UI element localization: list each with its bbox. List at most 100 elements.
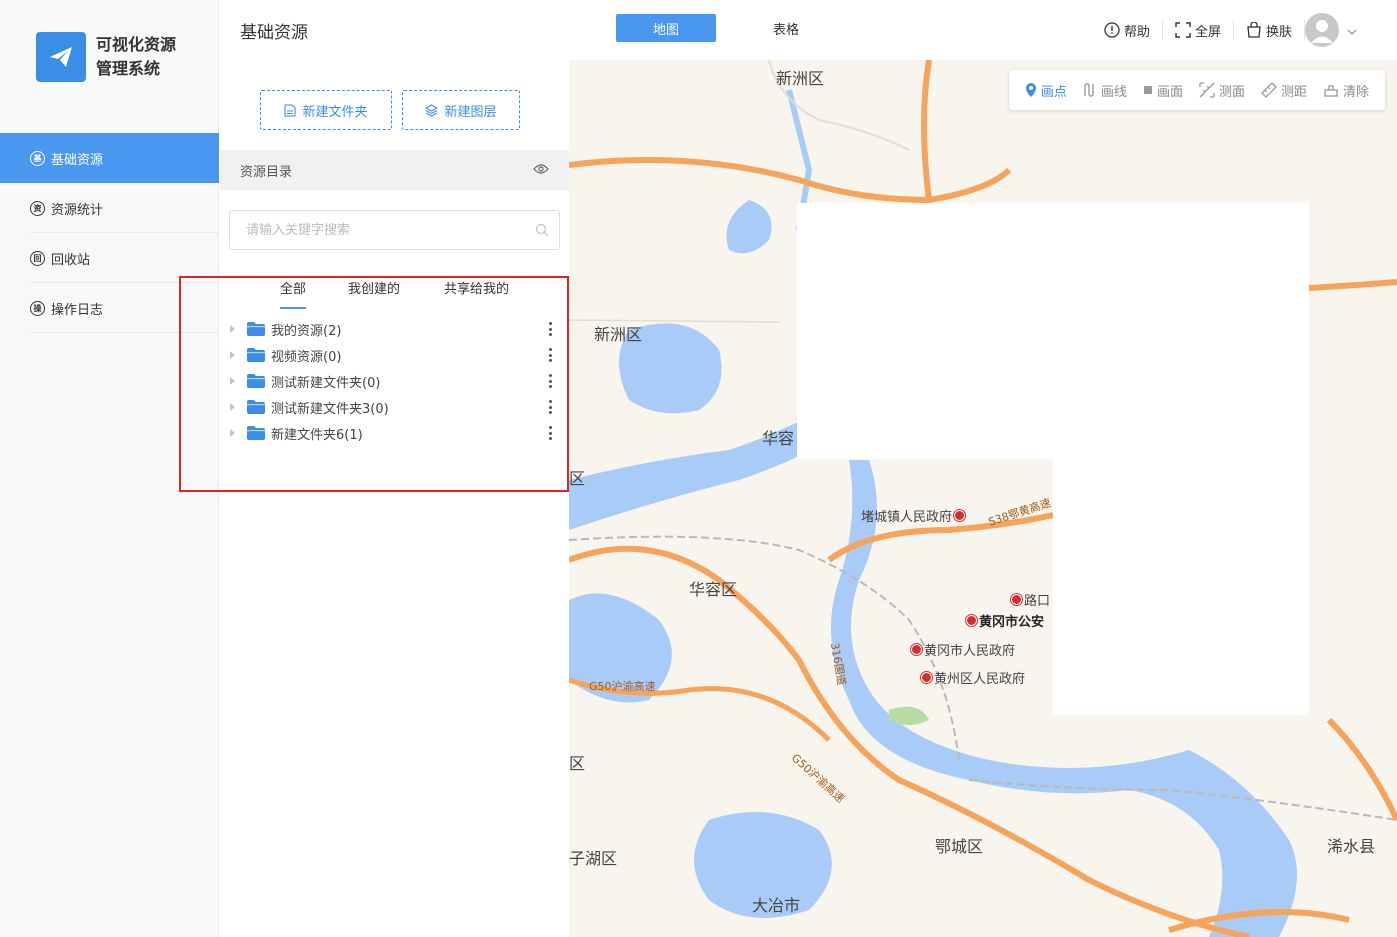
caret-right-icon[interactable] — [230, 429, 235, 437]
tree-node-test-folder-3[interactable]: 测试新建文件夹3(0) — [220, 394, 569, 420]
map-label: 大冶市 — [752, 896, 801, 915]
tree-node-test-folder[interactable]: 测试新建文件夹(0) — [220, 368, 569, 394]
page-title: 基础资源 — [240, 23, 308, 43]
tab-map[interactable]: 地图 — [616, 14, 716, 42]
road-label: G50沪渝高速 — [589, 680, 656, 693]
map-label: 鄂城区 — [935, 837, 984, 856]
draw-line-label: 画线 — [1100, 84, 1127, 100]
unloaded-map-tile — [1053, 459, 1309, 715]
new-folder-button[interactable]: 新建文件夹 — [260, 90, 392, 130]
poi-label: 黄冈市公安 — [979, 615, 1045, 630]
brand: 可视化资源 管理系统 — [36, 32, 192, 82]
caret-right-icon[interactable] — [230, 325, 235, 333]
poi-label: 黄州区人民政府 — [934, 672, 1026, 687]
fullscreen-button[interactable]: 全屏 — [1163, 20, 1234, 40]
tree-node-my-resources[interactable]: 我的资源(2) — [220, 316, 569, 342]
sidebar-item-recycle-bin[interactable]: 回 回收站 — [0, 233, 219, 283]
shopping-bag-icon — [1246, 22, 1262, 38]
poi-marker[interactable]: 黄州区人民政府 — [919, 668, 1025, 687]
sidebar-item-resource-statistics[interactable]: 资 资源统计 — [0, 183, 219, 233]
more-vertical-icon[interactable] — [547, 320, 553, 338]
caret-right-icon[interactable] — [230, 403, 235, 411]
poi-marker[interactable]: 堵城镇人民政府 — [861, 506, 967, 525]
tree-node-label: 新建文件夹6(1) — [271, 427, 363, 443]
folder-icon — [247, 400, 265, 414]
map-label: 华容区 — [689, 580, 738, 599]
map-label: 区 — [569, 754, 586, 773]
more-vertical-icon[interactable] — [547, 398, 553, 416]
poi-label: 堵城镇人民政府 — [861, 510, 953, 525]
measure-distance-label: 测距 — [1280, 84, 1307, 100]
help-icon — [1104, 22, 1120, 38]
draw-polygon-button[interactable]: 画面 — [1135, 81, 1191, 100]
new-layer-button[interactable]: 新建图层 — [402, 90, 520, 130]
tree-node-label: 视频资源(0) — [271, 349, 342, 365]
star-marker-icon — [921, 672, 932, 683]
eye-icon[interactable] — [533, 163, 549, 179]
tree-node-video-resources[interactable]: 视频资源(0) — [220, 342, 569, 368]
app-name-line2: 管理系统 — [96, 59, 161, 78]
basic-resources-icon: 基 — [30, 150, 45, 166]
poi-marker[interactable]: 黄冈市公安 — [964, 611, 1044, 630]
measure-area-button[interactable]: 测面 — [1191, 81, 1253, 100]
poi-marker[interactable]: 路口 — [1009, 590, 1050, 609]
catalog-title: 资源目录 — [240, 164, 293, 180]
polyline-icon — [1084, 83, 1094, 97]
square-icon — [1143, 86, 1152, 94]
search-input[interactable] — [230, 211, 559, 249]
map-label: 子湖区 — [569, 849, 618, 868]
tab-all[interactable]: 全部 — [280, 280, 307, 310]
search-icon[interactable] — [535, 223, 549, 241]
star-marker-icon — [954, 510, 966, 521]
help-button[interactable]: 帮助 — [1092, 20, 1163, 40]
folder-icon — [247, 322, 265, 336]
tree-node-new-folder-6[interactable]: 新建文件夹6(1) — [220, 420, 569, 446]
more-vertical-icon[interactable] — [547, 424, 553, 442]
more-vertical-icon[interactable] — [547, 346, 553, 364]
measure-area-label: 测面 — [1218, 84, 1245, 100]
tab-created-by-me[interactable]: 我创建的 — [348, 280, 400, 310]
caret-right-icon[interactable] — [230, 377, 235, 385]
sidebar-item-label: 资源统计 — [51, 202, 104, 218]
tree-node-label: 测试新建文件夹3(0) — [271, 401, 389, 417]
poi-label: 黄冈市人民政府 — [924, 644, 1016, 659]
tab-shared-with-me[interactable]: 共享给我的 — [444, 280, 509, 310]
draw-point-button[interactable]: 画点 — [1017, 81, 1075, 100]
map-label: 浠水县 — [1327, 837, 1376, 856]
fullscreen-icon — [1175, 22, 1191, 38]
map-toolbar: 画点 画线 画面 测面 测距 清除 — [1008, 70, 1385, 110]
resource-statistics-icon: 资 — [30, 200, 45, 216]
poi-marker[interactable]: 黄冈市人民政府 — [909, 640, 1015, 659]
catalog-header: 资源目录 — [220, 150, 569, 190]
help-label: 帮助 — [1123, 24, 1150, 40]
filter-tabs: 全部 我创建的 共享给我的 — [220, 280, 569, 310]
map-view[interactable]: 新洲区 新洲区 华容 华容区 鄂城区 浠水县 大冶市 子湖区 区 区 堵城镇人民… — [569, 60, 1397, 937]
caret-right-icon[interactable] — [230, 351, 235, 359]
more-vertical-icon[interactable] — [547, 372, 553, 390]
header-actions: 帮助 全屏 换肤 — [1092, 10, 1397, 50]
star-marker-icon — [966, 615, 977, 626]
recycle-bin-icon: 回 — [30, 250, 45, 266]
star-marker-icon — [1011, 594, 1022, 605]
new-folder-icon — [284, 103, 297, 117]
skin-label: 换肤 — [1265, 24, 1292, 40]
chevron-down-icon[interactable] — [1347, 25, 1357, 35]
measure-distance-button[interactable]: 测距 — [1253, 81, 1315, 100]
search-box — [229, 210, 560, 250]
clear-button[interactable]: 清除 — [1315, 81, 1377, 100]
operation-log-icon: 操 — [30, 300, 45, 316]
sidebar: 可视化资源 管理系统 基 基础资源 资 资源统计 回 回收站 操 操作日志 — [0, 0, 219, 937]
tab-table[interactable]: 表格 — [736, 14, 836, 42]
avatar[interactable] — [1305, 13, 1339, 47]
paper-plane-logo-icon — [36, 32, 86, 82]
app-name: 可视化资源 管理系统 — [96, 33, 192, 81]
sidebar-item-basic-resources[interactable]: 基 基础资源 — [0, 133, 219, 183]
sidebar-item-label: 基础资源 — [51, 152, 104, 168]
tree-node-label: 测试新建文件夹(0) — [271, 375, 381, 391]
sidebar-item-operation-log[interactable]: 操 操作日志 — [0, 283, 219, 333]
resource-tree: 我的资源(2) 视频资源(0) 测试新建文件夹(0) 测试新建文件夹3(0) 新… — [220, 316, 569, 446]
skin-button[interactable]: 换肤 — [1234, 20, 1305, 40]
map-label: 区 — [569, 469, 586, 488]
draw-line-button[interactable]: 画线 — [1075, 81, 1135, 100]
draw-polygon-label: 画面 — [1156, 84, 1183, 100]
